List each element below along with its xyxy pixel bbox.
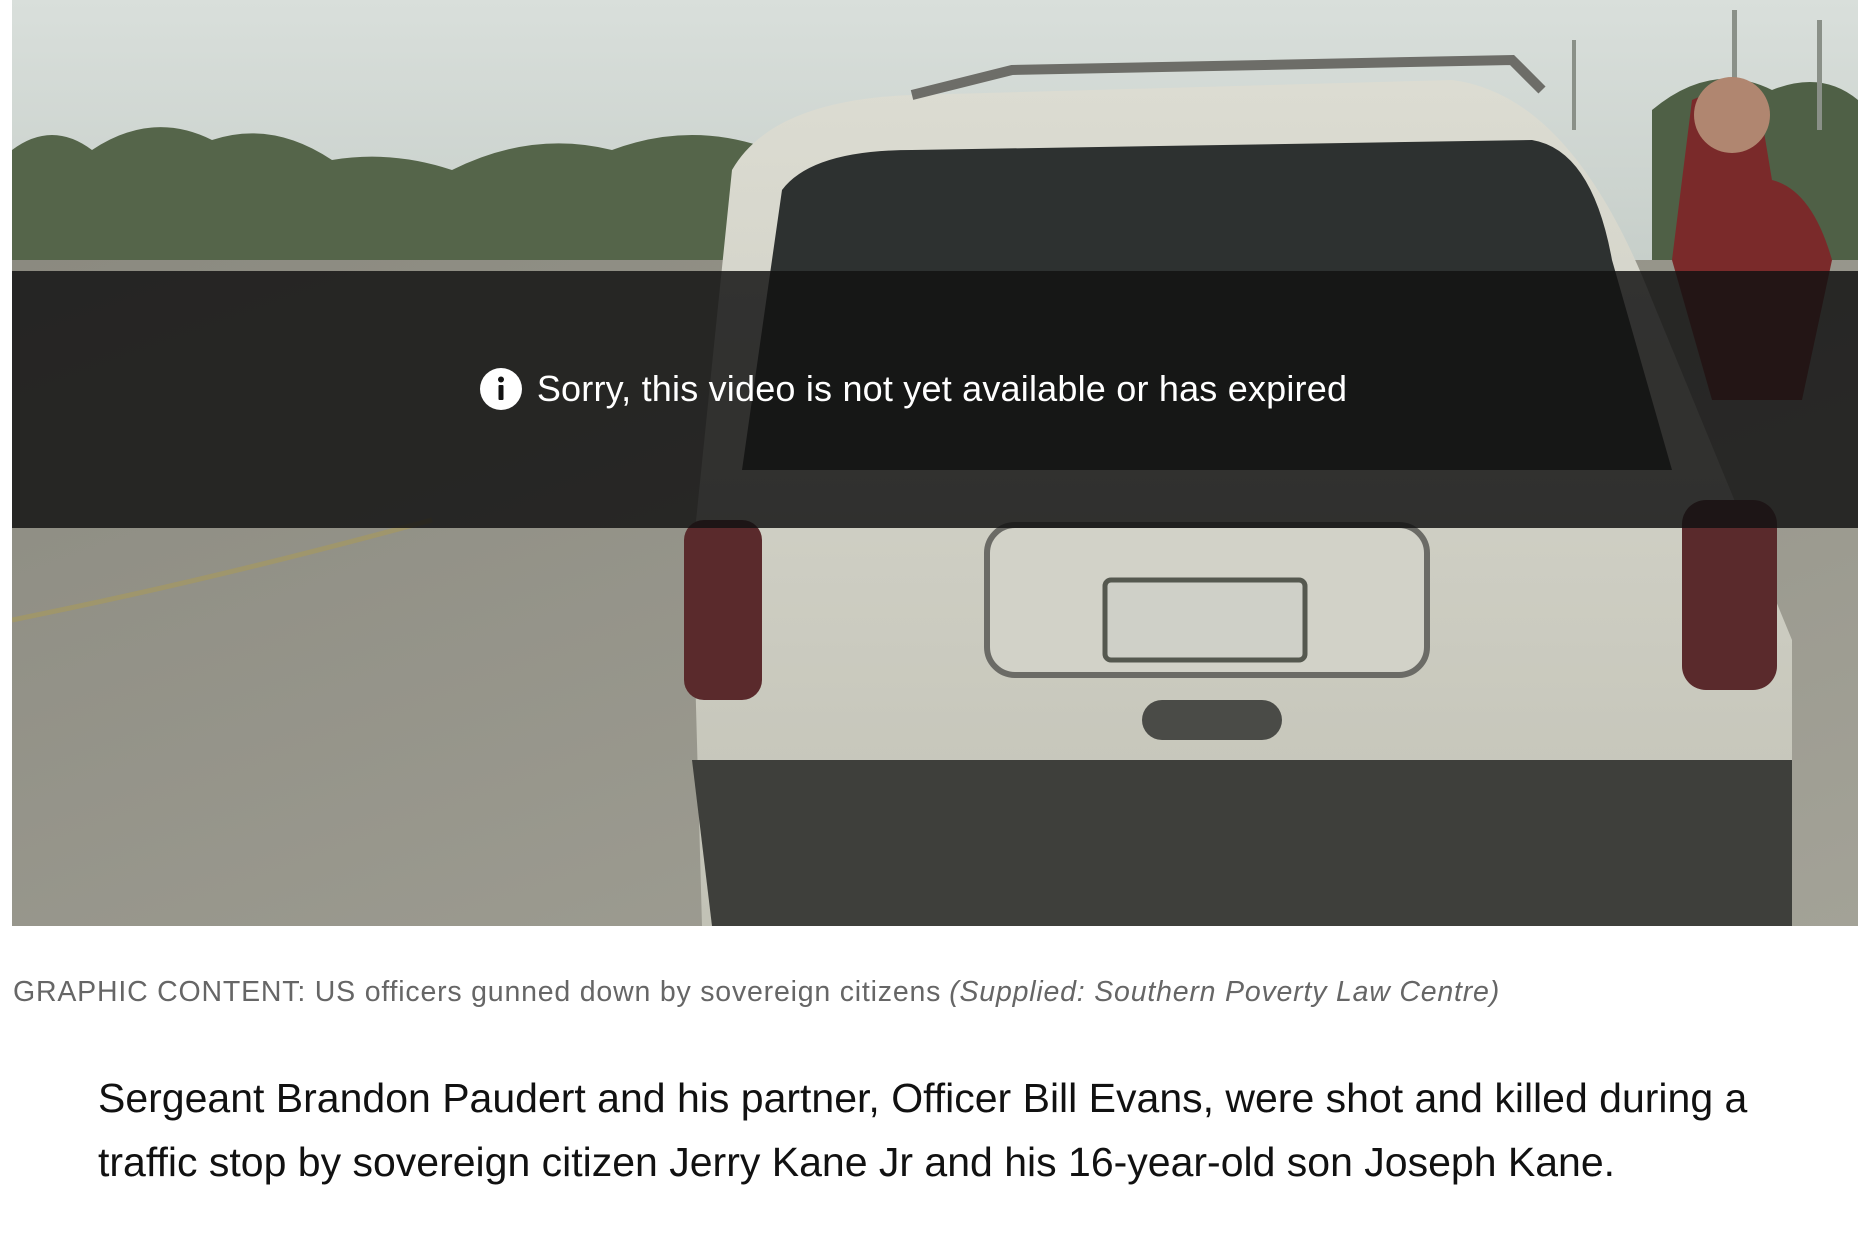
- article-paragraph: Sergeant Brandon Paudert and his partner…: [98, 1075, 1748, 1185]
- caption-source: (Supplied: Southern Poverty Law Centre): [949, 976, 1500, 1008]
- video-unavailable-overlay: Sorry, this video is not yet available o…: [12, 271, 1858, 528]
- article-page: Sorry, this video is not yet available o…: [0, 0, 1858, 1255]
- caption-title: GRAPHIC CONTENT: US officers gunned down…: [13, 976, 942, 1008]
- video-error-text: Sorry, this video is not yet available o…: [536, 367, 1348, 409]
- video-caption: GRAPHIC CONTENT: US officers gunned down…: [13, 976, 1853, 1009]
- video-player[interactable]: Sorry, this video is not yet available o…: [12, 0, 1858, 926]
- info-circle-icon: [479, 367, 523, 411]
- video-error-message: Sorry, this video is not yet available o…: [479, 367, 1347, 411]
